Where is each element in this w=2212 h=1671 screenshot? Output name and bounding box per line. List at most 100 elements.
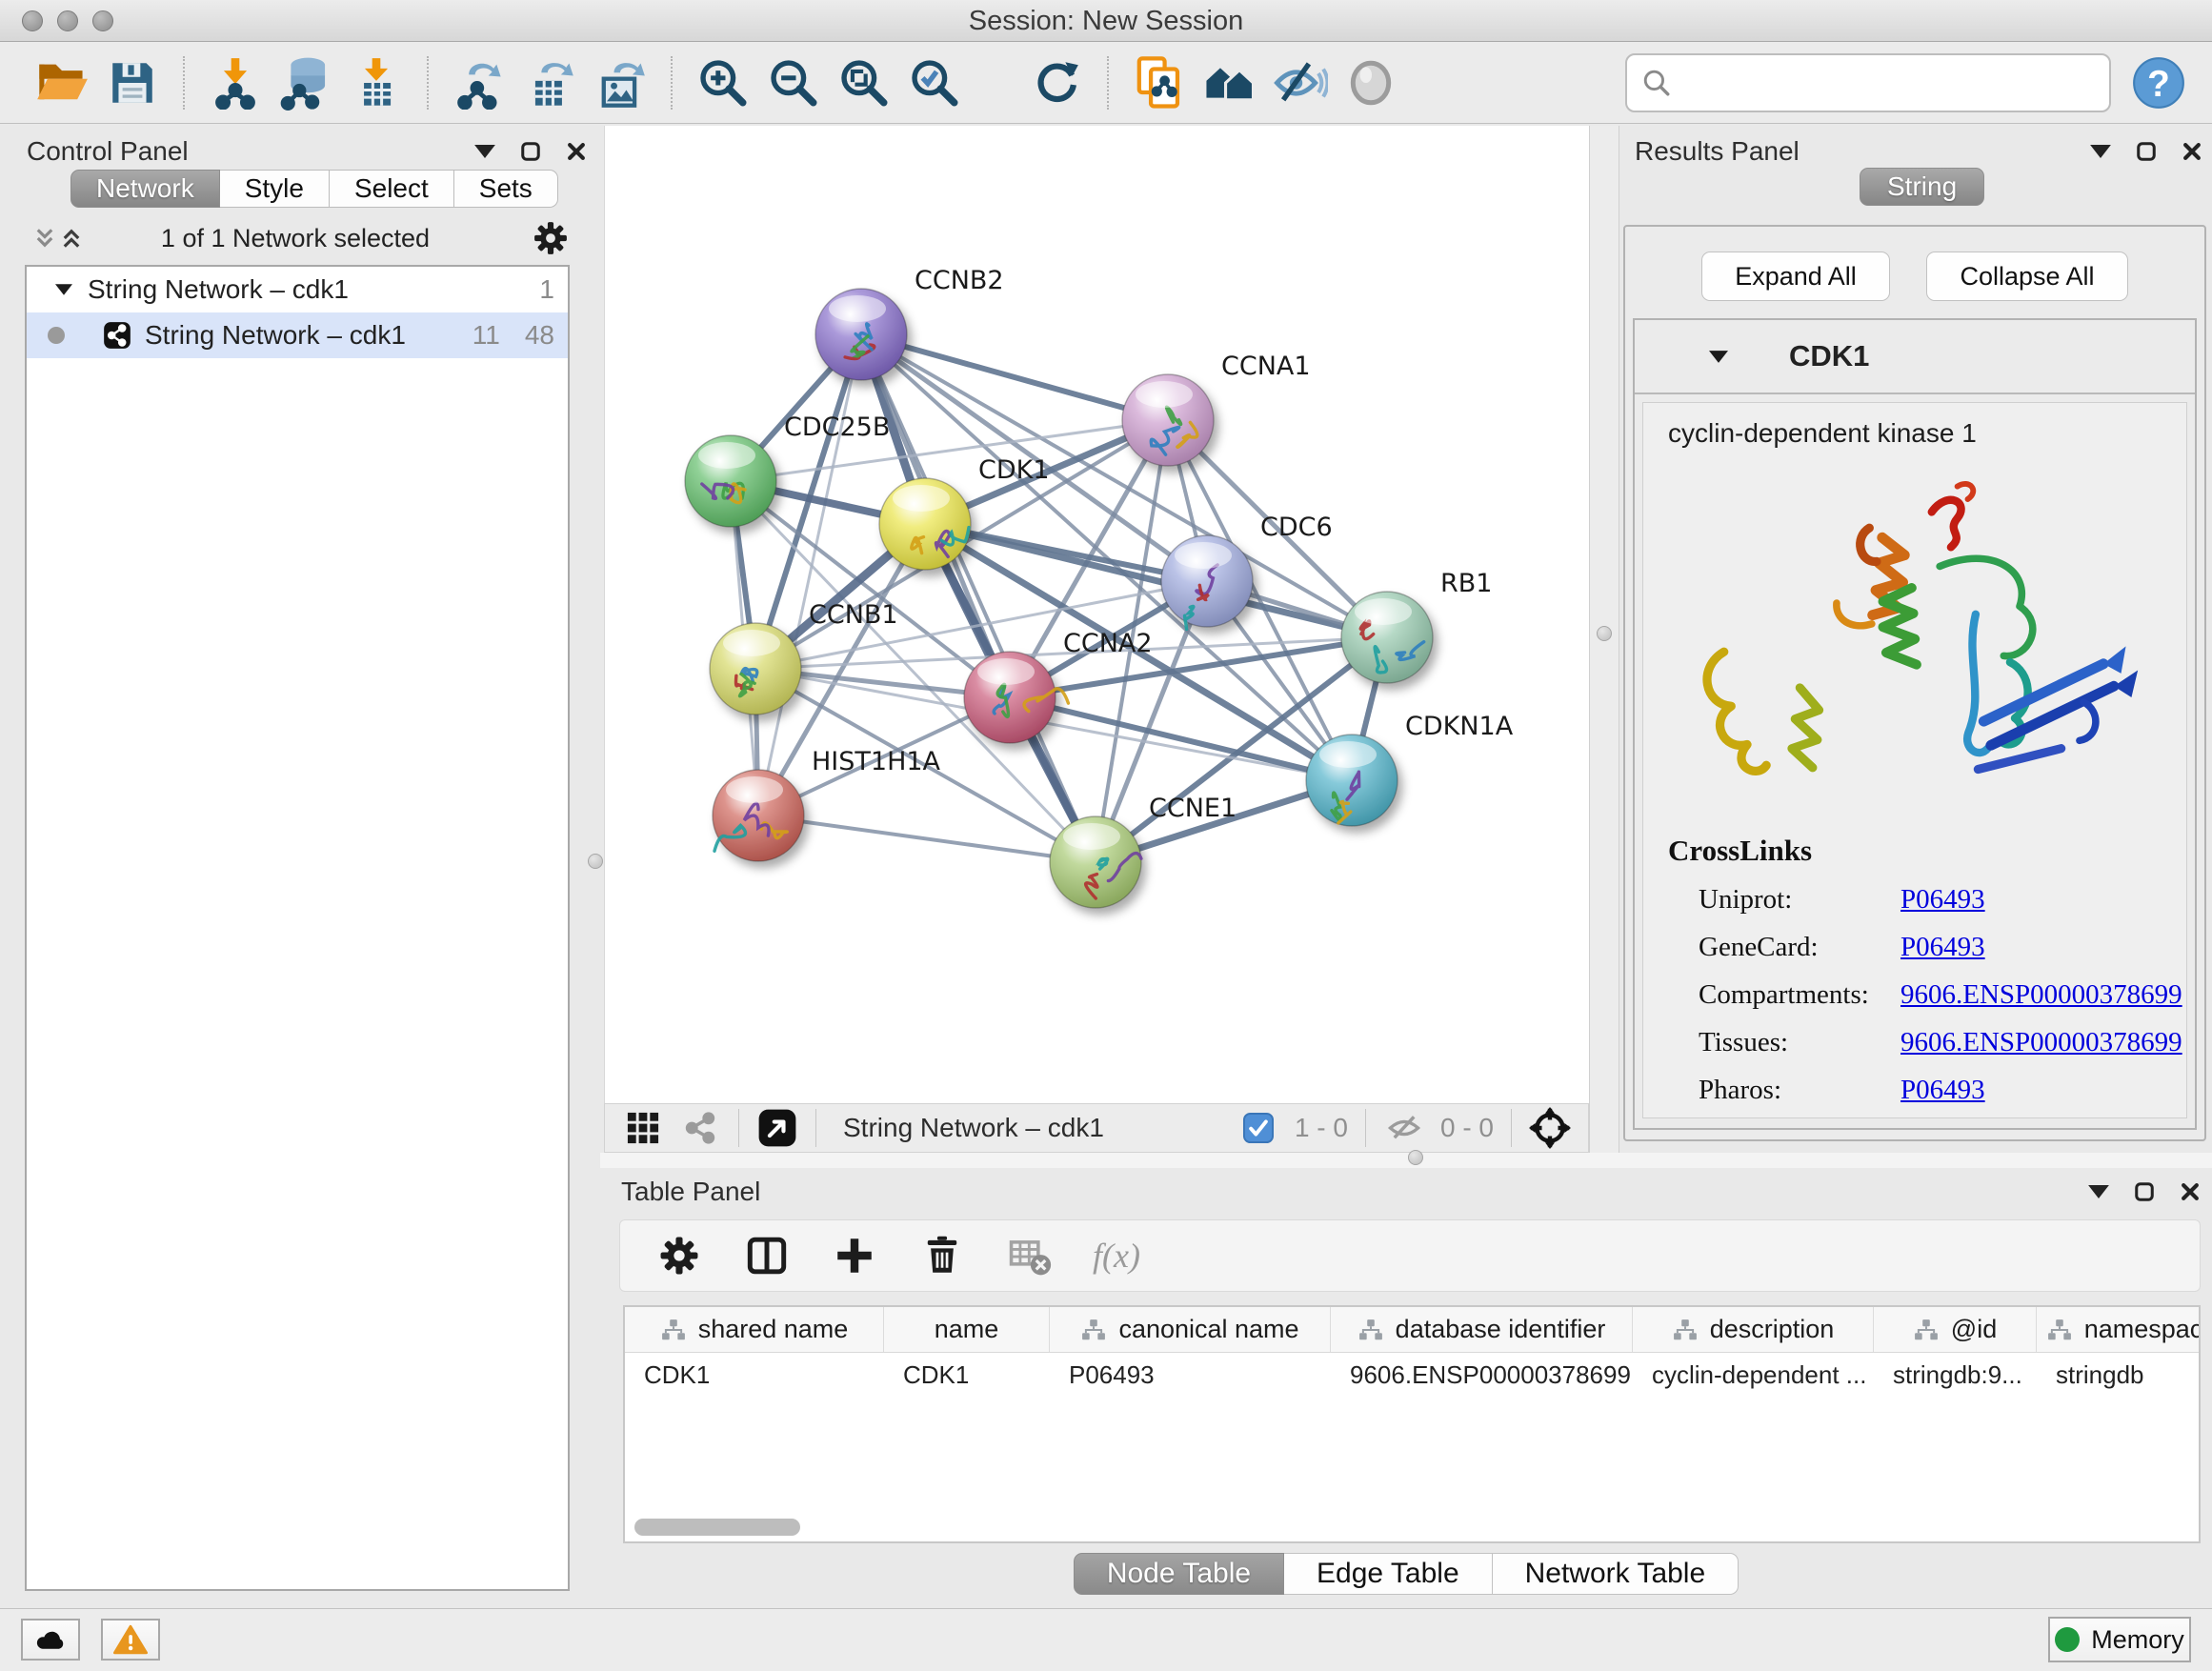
cell-id[interactable]: stringdb:9... [1874, 1353, 2037, 1397]
copy-network-button[interactable] [1130, 52, 1189, 113]
selected-checkbox[interactable] [1237, 1107, 1279, 1149]
protein-card-header[interactable]: CDK1 [1635, 320, 2195, 394]
column-header-canonical-name[interactable]: canonical name [1050, 1307, 1331, 1352]
cell-shared-name[interactable]: CDK1 [625, 1353, 884, 1397]
open-view-in-window-button[interactable] [756, 1107, 798, 1149]
panel-menu-button[interactable] [2090, 145, 2111, 158]
table-row[interactable]: CDK1CDK1P064939606.ENSP00000378699cyclin… [625, 1353, 2199, 1397]
import-network-file-button[interactable] [206, 52, 265, 113]
memory-button[interactable]: Memory [2048, 1617, 2191, 1662]
horizontal-scrollbar-thumb[interactable] [634, 1519, 800, 1536]
tab-select[interactable]: Select [330, 170, 454, 208]
crosslink-genecard-link[interactable]: P06493 [1900, 932, 1985, 963]
show-column-button[interactable] [742, 1231, 792, 1280]
edge-HIST1H1A-CCNE1[interactable] [758, 815, 1096, 862]
apply-layout-button[interactable] [1027, 52, 1086, 113]
crosslink-tissues-link[interactable]: 9606.ENSP00000378699 [1900, 1027, 2182, 1058]
tab-sets[interactable]: Sets [454, 170, 558, 208]
network-options-gear-button[interactable] [532, 219, 570, 257]
birds-eye-view-button[interactable] [1529, 1107, 1571, 1149]
collapse-caret-icon[interactable] [55, 284, 72, 295]
node-label-CDC6: CDC6 [1260, 513, 1333, 542]
expand-all-tree-button[interactable] [59, 226, 84, 251]
network-overview-button[interactable] [679, 1107, 721, 1149]
column-header-shared-name[interactable]: shared name [625, 1307, 884, 1352]
node-CCNE1[interactable]: CCNE1 [1050, 794, 1237, 908]
network-canvas[interactable]: CCNB2CCNA1CDC25BCDK1CDC6RB1CCNB1CCNA2CDK… [604, 126, 1589, 1103]
network-row[interactable]: String Network – cdk1 11 48 [27, 312, 568, 358]
help-button[interactable]: ? [2132, 56, 2185, 110]
collapse-caret-icon[interactable] [1709, 351, 1728, 363]
export-image-button[interactable] [591, 52, 650, 113]
cell-canonical-name[interactable]: P06493 [1050, 1353, 1331, 1397]
tab-style[interactable]: Style [220, 170, 330, 208]
delete-column-button[interactable] [917, 1231, 967, 1280]
tab-edge-table[interactable]: Edge Table [1284, 1553, 1493, 1595]
save-session-button[interactable] [103, 52, 162, 113]
horizontal-splitter[interactable] [600, 1153, 2212, 1168]
cell-name[interactable]: CDK1 [884, 1353, 1050, 1397]
import-table-file-button[interactable] [347, 52, 406, 113]
close-panel-button[interactable] [2180, 1181, 2201, 1202]
export-network-button[interactable] [450, 52, 509, 113]
tab-node-table[interactable]: Node Table [1074, 1553, 1284, 1595]
warnings-button[interactable] [101, 1619, 160, 1661]
hide-selected-button[interactable] [1271, 52, 1330, 113]
export-table-button[interactable] [520, 52, 579, 113]
crosslink-compartments-link[interactable]: 9606.ENSP00000378699 [1900, 979, 2182, 1011]
zoom-fit-button[interactable] [835, 52, 894, 113]
open-session-button[interactable] [32, 52, 91, 113]
hidden-elements-button[interactable] [1383, 1107, 1425, 1149]
left-splitter-handle[interactable] [588, 854, 603, 869]
separator [738, 1109, 739, 1147]
panel-menu-button[interactable] [474, 145, 495, 158]
search-input[interactable] [1673, 57, 2096, 109]
show-all-button[interactable] [1341, 52, 1400, 113]
tab-network-table[interactable]: Network Table [1493, 1553, 1739, 1595]
zoom-in-button[interactable] [694, 52, 753, 113]
float-panel-button[interactable] [2136, 141, 2157, 162]
column-header-name[interactable]: name [884, 1307, 1050, 1352]
node-CCNA1[interactable]: CCNA1 [1122, 352, 1311, 466]
attribute-type-icon [1357, 1318, 1384, 1342]
function-builder-button[interactable]: f(x) [1093, 1236, 1140, 1276]
zoom-selected-button[interactable] [905, 52, 964, 113]
node-CDKN1A[interactable]: CDKN1A [1306, 712, 1514, 826]
tab-string[interactable]: String [1860, 168, 1984, 206]
collapse-all-button[interactable]: Collapse All [1926, 252, 2128, 301]
column-header-database-identifier[interactable]: database identifier [1331, 1307, 1633, 1352]
float-panel-button[interactable] [520, 141, 541, 162]
edge-CCNB2-HIST1H1A[interactable] [758, 334, 861, 815]
grid-view-button[interactable] [622, 1107, 664, 1149]
collapse-all-tree-button[interactable] [32, 226, 57, 251]
first-neighbors-button[interactable] [1200, 52, 1259, 113]
delete-table-button[interactable] [1005, 1231, 1055, 1280]
cell-namespace[interactable]: stringdb [2037, 1353, 2201, 1397]
zoom-out-button[interactable] [764, 52, 823, 113]
node-label-CCNA1: CCNA1 [1221, 352, 1311, 381]
network-collection-row[interactable]: String Network – cdk1 1 [27, 267, 568, 312]
cell-database-identifier[interactable]: 9606.ENSP00000378699 [1331, 1353, 1633, 1397]
close-panel-button[interactable] [2182, 141, 2202, 162]
right-splitter-handle[interactable] [1597, 626, 1612, 641]
horizontal-splitter-handle[interactable] [1408, 1150, 1423, 1165]
node-HIST1H1A[interactable]: HIST1H1A [713, 747, 941, 861]
crosslink-pharos-link[interactable]: P06493 [1900, 1075, 1985, 1106]
node-RB1[interactable]: RB1 [1341, 569, 1492, 683]
table-options-button[interactable] [654, 1231, 704, 1280]
column-header-description[interactable]: description [1633, 1307, 1874, 1352]
tab-network[interactable]: Network [70, 170, 220, 208]
float-panel-button[interactable] [2134, 1181, 2155, 1202]
protein-structure-image [1668, 464, 2163, 832]
panel-menu-button[interactable] [2088, 1185, 2109, 1198]
expand-all-button[interactable]: Expand All [1701, 252, 1890, 301]
create-column-button[interactable] [830, 1231, 879, 1280]
close-panel-button[interactable] [566, 141, 587, 162]
crosslink-uniprot-link[interactable]: P06493 [1900, 884, 1985, 916]
edge-CCNB2-CCNE1[interactable] [861, 334, 1096, 862]
column-header-namespace[interactable]: namespace [2037, 1307, 2201, 1352]
cloud-status-button[interactable] [21, 1619, 80, 1661]
cell-description[interactable]: cyclin-dependent ... [1633, 1353, 1874, 1397]
import-network-database-button[interactable] [276, 52, 335, 113]
column-header-id[interactable]: @id [1874, 1307, 2037, 1352]
